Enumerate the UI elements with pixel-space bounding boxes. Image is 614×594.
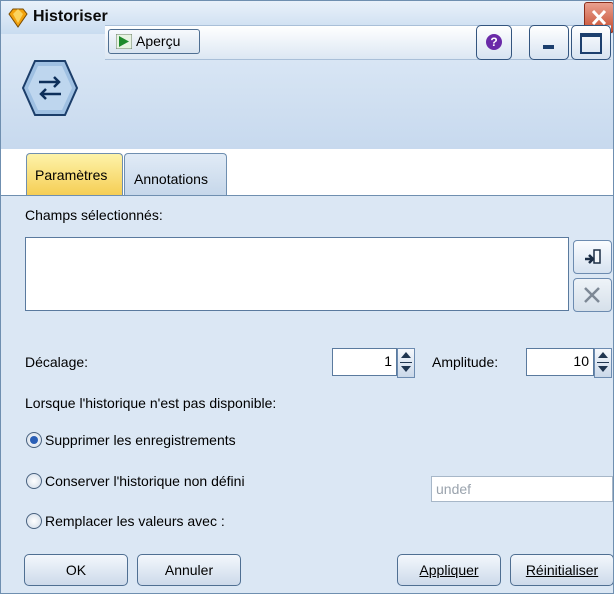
fields-label: Champs sélectionnés:: [25, 207, 163, 223]
stepper-up-icon: [401, 352, 411, 358]
tab-parametres[interactable]: Paramètres: [26, 153, 123, 196]
node-diamond-icon: [8, 8, 28, 28]
tab-annotations[interactable]: Annotations: [124, 153, 227, 195]
help-button[interactable]: ?: [476, 25, 512, 60]
stepper-divider: [597, 362, 609, 363]
pick-fields-button[interactable]: [573, 240, 612, 274]
offset-input[interactable]: 1: [332, 348, 397, 376]
radio-discard-records-label: Supprimer les enregistrements: [45, 432, 236, 448]
stepper-down-icon: [401, 366, 411, 372]
offset-value: 1: [384, 353, 392, 369]
tab-label: Paramètres: [35, 167, 108, 183]
minimize-button[interactable]: [529, 25, 569, 60]
preview-label: Aperçu: [136, 33, 181, 49]
radio-replace-values[interactable]: [26, 513, 42, 529]
preview-button[interactable]: Aperçu: [108, 29, 200, 54]
span-input[interactable]: 10: [526, 348, 594, 376]
span-stepper[interactable]: [594, 348, 612, 378]
field-picker-icon: [585, 249, 601, 264]
span-value: 10: [573, 353, 589, 369]
stepper-divider: [400, 362, 412, 363]
selected-fields-list[interactable]: [25, 237, 569, 311]
cancel-button[interactable]: Annuler: [137, 554, 241, 586]
history-unavailable-label: Lorsque l'historique n'est pas disponibl…: [25, 395, 277, 411]
apply-button[interactable]: Appliquer: [397, 554, 501, 586]
span-label: Amplitude:: [432, 354, 499, 370]
maximize-icon: [580, 33, 602, 54]
close-icon: [591, 10, 607, 25]
run-preview-icon: [116, 34, 132, 49]
delete-field-button[interactable]: [573, 278, 612, 312]
radio-discard-records[interactable]: [26, 432, 42, 448]
replace-value: undef: [436, 481, 472, 497]
stepper-up-icon: [598, 352, 608, 358]
offset-label: Décalage:: [25, 354, 89, 370]
replace-value-field[interactable]: undef: [431, 476, 613, 502]
help-icon: ?: [486, 34, 502, 50]
history-node-icon: [21, 60, 79, 116]
window-title: Historiser: [33, 8, 108, 25]
radio-replace-values-label: Remplacer les valeurs avec :: [45, 513, 225, 529]
stepper-down-icon: [598, 366, 608, 372]
reset-button[interactable]: Réinitialiser: [510, 554, 613, 586]
tab-label: Annotations: [134, 171, 208, 187]
maximize-button[interactable]: [571, 25, 611, 60]
radio-keep-undefined-label: Conserver l'historique non défini: [45, 473, 245, 489]
offset-stepper[interactable]: [397, 348, 415, 378]
delete-icon: [584, 287, 600, 303]
minimize-icon: [543, 45, 554, 49]
radio-keep-undefined[interactable]: [26, 473, 42, 489]
ok-button[interactable]: OK: [24, 554, 128, 586]
historiser-dialog: Historiser Aperçu ? Paramètres Annotatio…: [0, 0, 614, 594]
